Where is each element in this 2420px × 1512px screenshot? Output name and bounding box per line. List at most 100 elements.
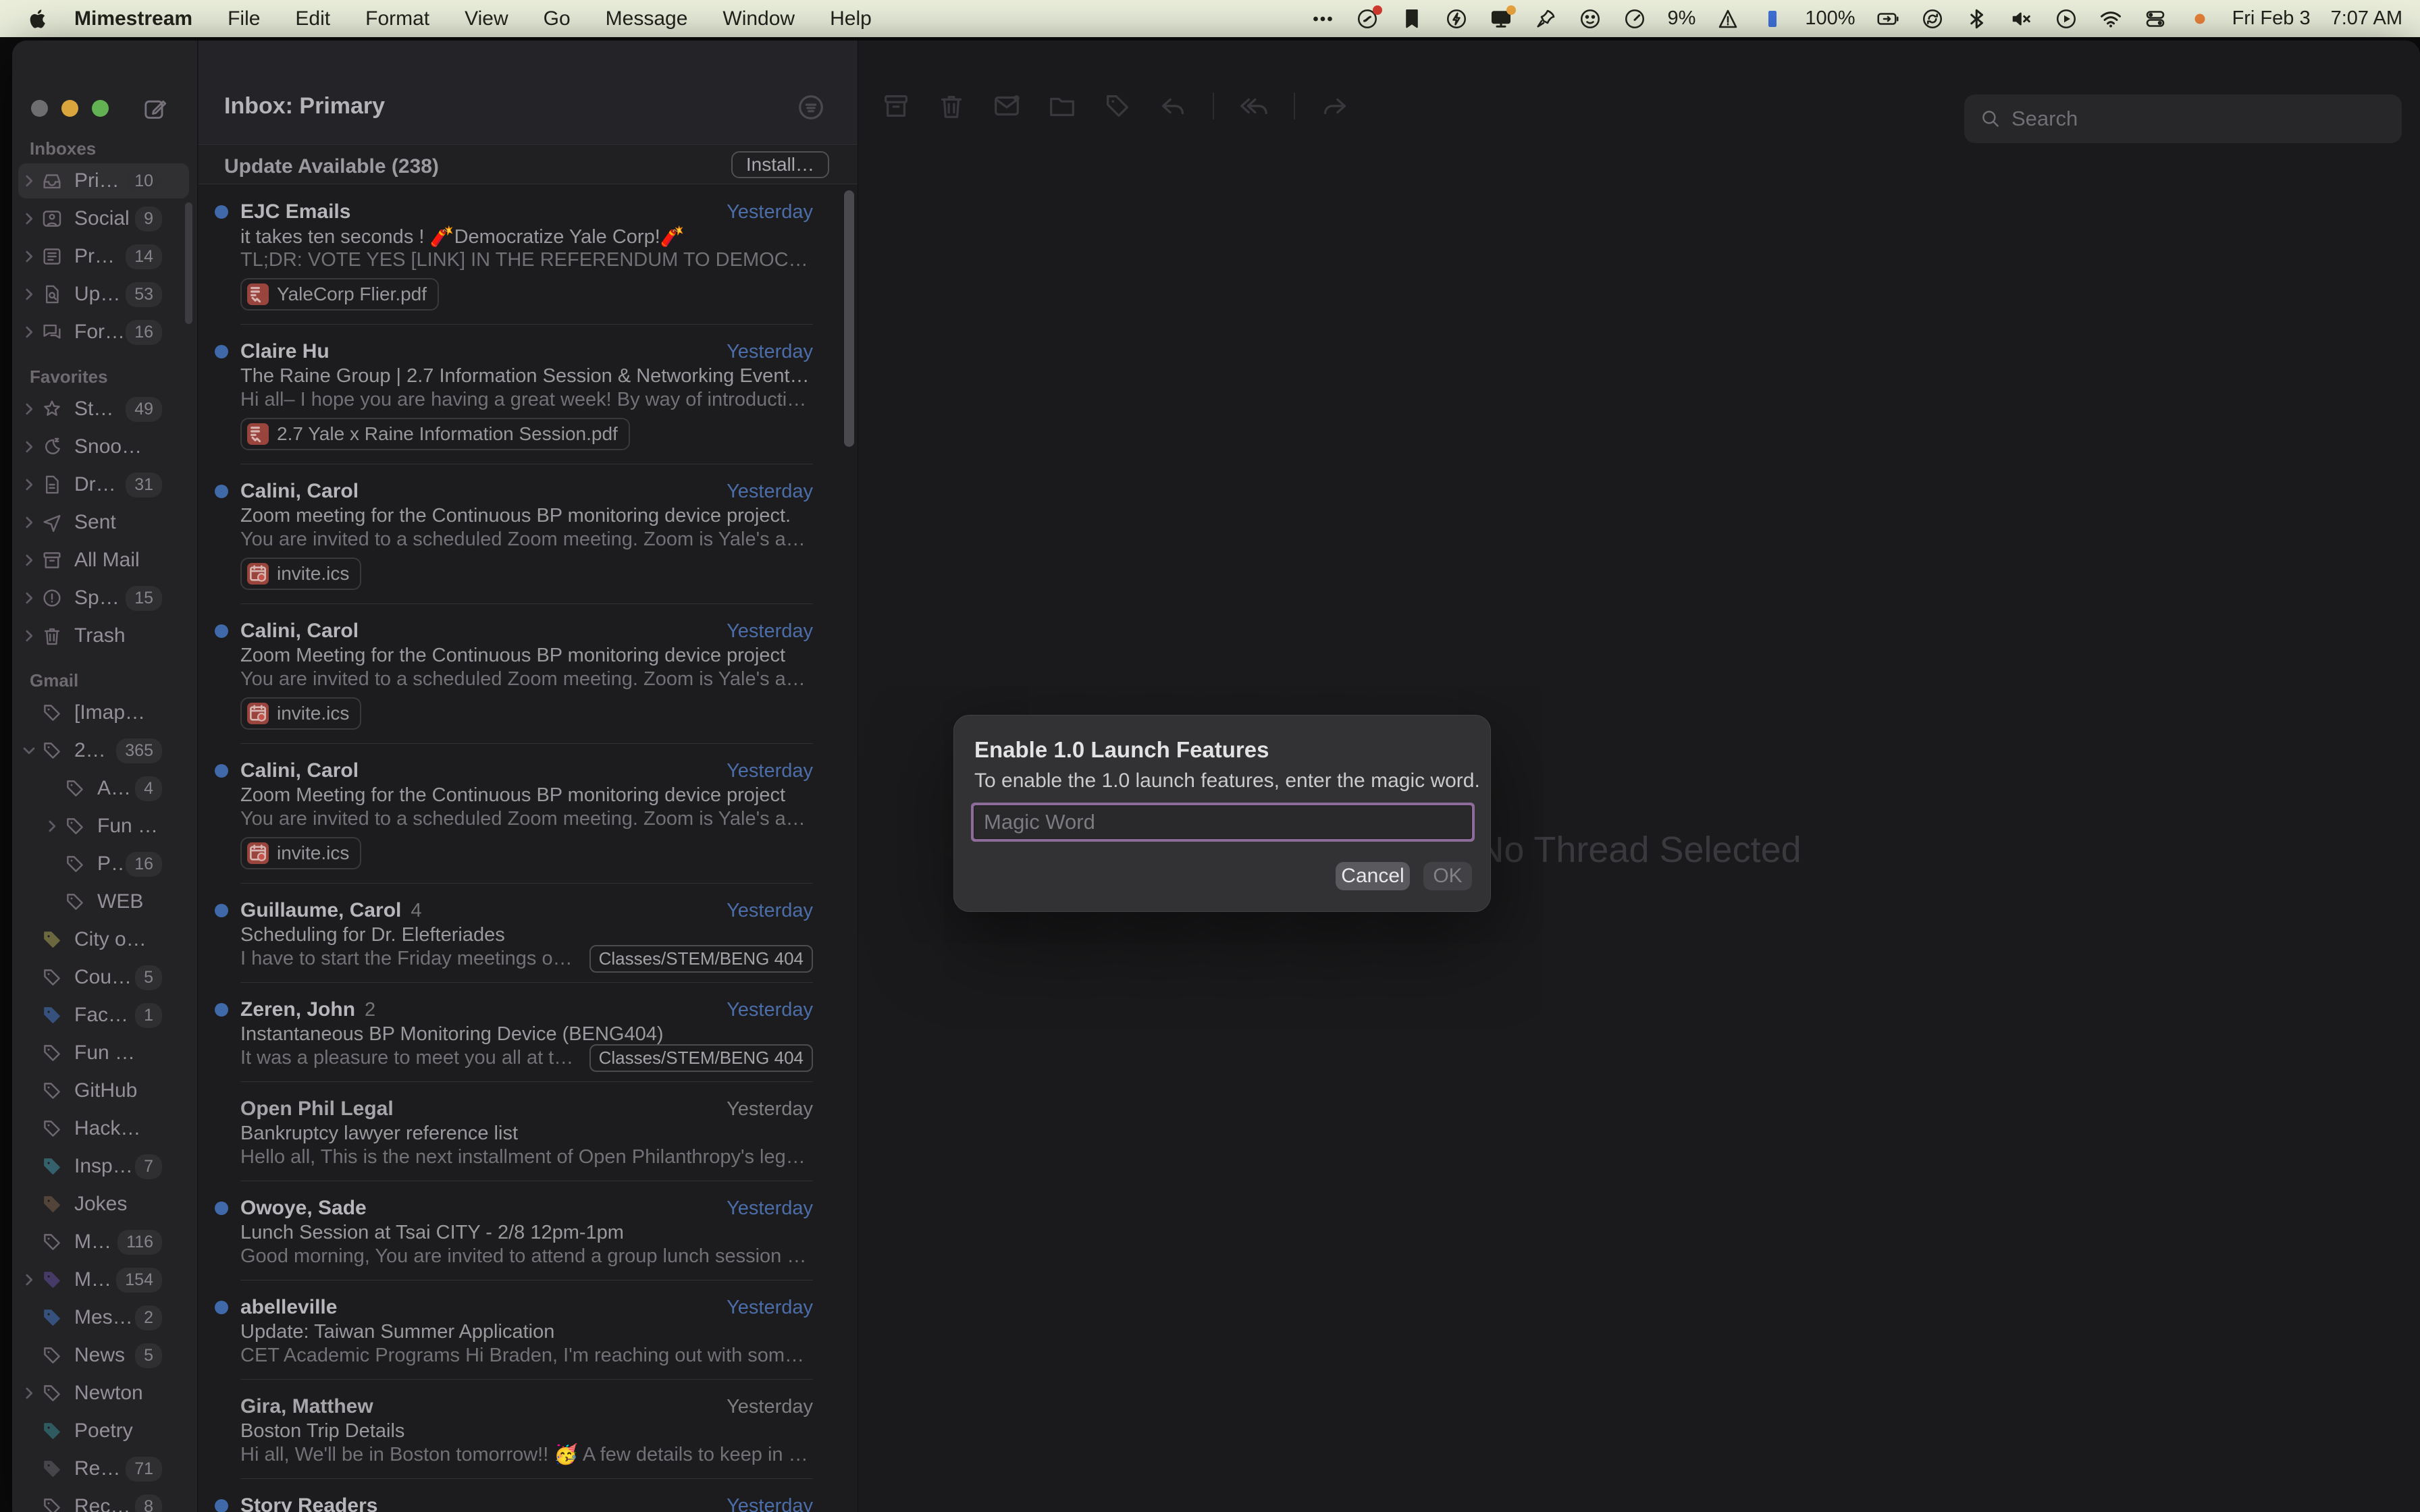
volume-mute-icon[interactable] bbox=[2009, 7, 2034, 31]
ok-button[interactable]: OK bbox=[1423, 862, 1472, 890]
chevron-right-icon[interactable] bbox=[19, 512, 39, 533]
sidebar-item-city-of-[interactable]: City of… bbox=[12, 921, 197, 959]
sidebar-item-re-[interactable]: Re…71 bbox=[12, 1450, 197, 1488]
email-row[interactable]: abellevilleYesterdayUpdate: Taiwan Summe… bbox=[199, 1280, 858, 1380]
toggles-icon[interactable] bbox=[2143, 7, 2167, 31]
sidebar-item-insp-[interactable]: Insp…7 bbox=[12, 1148, 197, 1185]
menu-item-file[interactable]: File bbox=[228, 7, 260, 30]
sidebar-item-sp-[interactable]: Sp…15 bbox=[12, 579, 197, 617]
email-row[interactable]: EJC EmailsYesterdayit takes ten seconds … bbox=[199, 185, 858, 325]
magic-word-input[interactable] bbox=[974, 805, 1472, 839]
toolbar-trash-icon[interactable] bbox=[936, 90, 967, 122]
sidebar-item-poetry[interactable]: Poetry bbox=[12, 1412, 197, 1450]
sidebar-item-sent[interactable]: Sent bbox=[12, 504, 197, 541]
chevron-right-icon[interactable] bbox=[19, 1383, 39, 1403]
chevron-right-icon[interactable] bbox=[19, 399, 39, 419]
sidebar-item-snoozed[interactable]: Snoozed bbox=[12, 428, 197, 466]
sidebar-item-cou-[interactable]: Cou…5 bbox=[12, 959, 197, 996]
bolt-circle-icon[interactable] bbox=[1444, 7, 1469, 31]
wifi-icon[interactable] bbox=[2099, 7, 2123, 31]
toolbar-reply-icon[interactable] bbox=[1157, 90, 1188, 122]
chevron-right-icon[interactable] bbox=[42, 816, 62, 836]
chevron-down-icon[interactable] bbox=[19, 740, 39, 761]
chevron-right-icon[interactable] bbox=[19, 437, 39, 457]
chevron-right-icon[interactable] bbox=[19, 626, 39, 646]
attachment-chip[interactable]: invite.ics bbox=[240, 697, 361, 730]
email-row[interactable]: Calini, CarolYesterdayZoom meeting for t… bbox=[199, 464, 858, 604]
sidebar-item-social[interactable]: Social9 bbox=[12, 200, 197, 238]
sidebar-item-rec-[interactable]: Rec…8 bbox=[12, 1488, 197, 1512]
sidebar-item-github[interactable]: GitHub bbox=[12, 1072, 197, 1110]
toolbar-forward-icon[interactable] bbox=[1319, 90, 1350, 122]
sidebar-scrollbar[interactable] bbox=[185, 202, 192, 324]
sidebar-item-fun-f-[interactable]: Fun F… bbox=[12, 807, 197, 845]
sidebar-item-p-[interactable]: P…16 bbox=[12, 845, 197, 883]
sidebar-item-news[interactable]: News5 bbox=[12, 1336, 197, 1374]
email-row[interactable]: Gira, MatthewYesterdayBoston Trip Detail… bbox=[199, 1380, 858, 1479]
email-row[interactable]: Owoye, SadeYesterdayLunch Session at Tsa… bbox=[199, 1181, 858, 1280]
email-row[interactable]: Claire HuYesterdayThe Raine Group | 2.7 … bbox=[199, 325, 858, 464]
display-icon[interactable] bbox=[1489, 7, 1513, 31]
bookmark-icon[interactable] bbox=[1400, 7, 1424, 31]
chevron-right-icon[interactable] bbox=[19, 588, 39, 608]
compose-icon[interactable] bbox=[142, 96, 169, 123]
chevron-right-icon[interactable] bbox=[19, 171, 39, 191]
email-row[interactable]: Zeren, John2YesterdayInstantaneous BP Mo… bbox=[199, 983, 858, 1082]
sidebar-item-a-[interactable]: A…4 bbox=[12, 770, 197, 807]
toolbar-folder-icon[interactable] bbox=[1047, 90, 1078, 122]
chevron-right-icon[interactable] bbox=[19, 246, 39, 267]
sidebar-item-mes-[interactable]: Mes…2 bbox=[12, 1299, 197, 1336]
email-row[interactable]: Guillaume, Carol4YesterdayScheduling for… bbox=[199, 884, 858, 983]
filter-icon[interactable] bbox=[795, 92, 826, 123]
record-dot-icon[interactable] bbox=[2188, 7, 2212, 31]
menu-item-mimestream[interactable]: Mimestream bbox=[74, 7, 192, 30]
attachment-chip[interactable]: YaleCorp Flier.pdf bbox=[240, 278, 439, 310]
sidebar-item-pri-[interactable]: Pri…10 bbox=[12, 162, 197, 200]
chevron-right-icon[interactable] bbox=[19, 284, 39, 304]
email-row[interactable]: Calini, CarolYesterdayZoom Meeting for t… bbox=[199, 604, 858, 744]
sidebar-item-dra-[interactable]: Dra…31 bbox=[12, 466, 197, 504]
chevron-right-icon[interactable] bbox=[19, 322, 39, 342]
sidebar-item-pro-[interactable]: Pro…14 bbox=[12, 238, 197, 275]
menu-item-window[interactable]: Window bbox=[722, 7, 795, 30]
sidebar-item-for-[interactable]: For…16 bbox=[12, 313, 197, 351]
attachment-chip[interactable]: invite.ics bbox=[240, 837, 361, 869]
sidebar-item-hackath-[interactable]: Hackath… bbox=[12, 1110, 197, 1148]
sidebar-item-up-[interactable]: Up…53 bbox=[12, 275, 197, 313]
sidebar-item-web[interactable]: WEB bbox=[12, 883, 197, 921]
toolbar-archive-icon[interactable] bbox=[880, 90, 912, 122]
sidebar-item-2-[interactable]: 2…365 bbox=[12, 732, 197, 770]
attachment-chip[interactable]: 2.7 Yale x Raine Information Session.pdf bbox=[240, 418, 630, 450]
chevron-right-icon[interactable] bbox=[19, 550, 39, 570]
sidebar-item-m-[interactable]: M…116 bbox=[12, 1223, 197, 1261]
email-row[interactable]: Calini, CarolYesterdayZoom Meeting for t… bbox=[199, 744, 858, 884]
close-button[interactable] bbox=[31, 100, 48, 117]
battery-icon[interactable] bbox=[1876, 7, 1900, 31]
rocket-icon[interactable] bbox=[1533, 7, 1558, 31]
menu-item-help[interactable]: Help bbox=[830, 7, 872, 30]
menu-item-view[interactable]: View bbox=[465, 7, 508, 30]
sidebar-item-fac-[interactable]: Fac…1 bbox=[12, 996, 197, 1034]
apple-icon[interactable] bbox=[27, 7, 50, 30]
toolbar-mail-unread-icon[interactable] bbox=[991, 90, 1022, 122]
more-icon[interactable] bbox=[1311, 7, 1335, 31]
email-row[interactable]: Story ReadersYesterdayA Warming Invitati… bbox=[199, 1479, 858, 1512]
cancel-button[interactable]: Cancel bbox=[1336, 862, 1410, 890]
sidebar-item-fun-facts[interactable]: Fun Facts bbox=[12, 1034, 197, 1072]
menu-item-format[interactable]: Format bbox=[365, 7, 429, 30]
minimize-button[interactable] bbox=[61, 100, 78, 117]
sync-icon[interactable] bbox=[1920, 7, 1945, 31]
chevron-right-icon[interactable] bbox=[19, 475, 39, 495]
zoom-button[interactable] bbox=[92, 100, 109, 117]
menu-item-message[interactable]: Message bbox=[606, 7, 688, 30]
toolbar-tag-icon[interactable] bbox=[1102, 90, 1133, 122]
bluetooth-icon[interactable] bbox=[1965, 7, 1989, 31]
email-row[interactable]: Open Phil LegalYesterdayBankruptcy lawye… bbox=[199, 1082, 858, 1181]
sidebar-item-st-[interactable]: St…49 bbox=[12, 390, 197, 428]
face-icon[interactable] bbox=[1578, 7, 1602, 31]
mem-warning-icon[interactable] bbox=[1716, 7, 1740, 31]
sidebar-item-all-mail[interactable]: All Mail bbox=[12, 541, 197, 579]
attachment-chip[interactable]: invite.ics bbox=[240, 558, 361, 590]
toolbar-reply-all-icon[interactable] bbox=[1238, 90, 1269, 122]
gauge-icon[interactable] bbox=[1623, 7, 1647, 31]
